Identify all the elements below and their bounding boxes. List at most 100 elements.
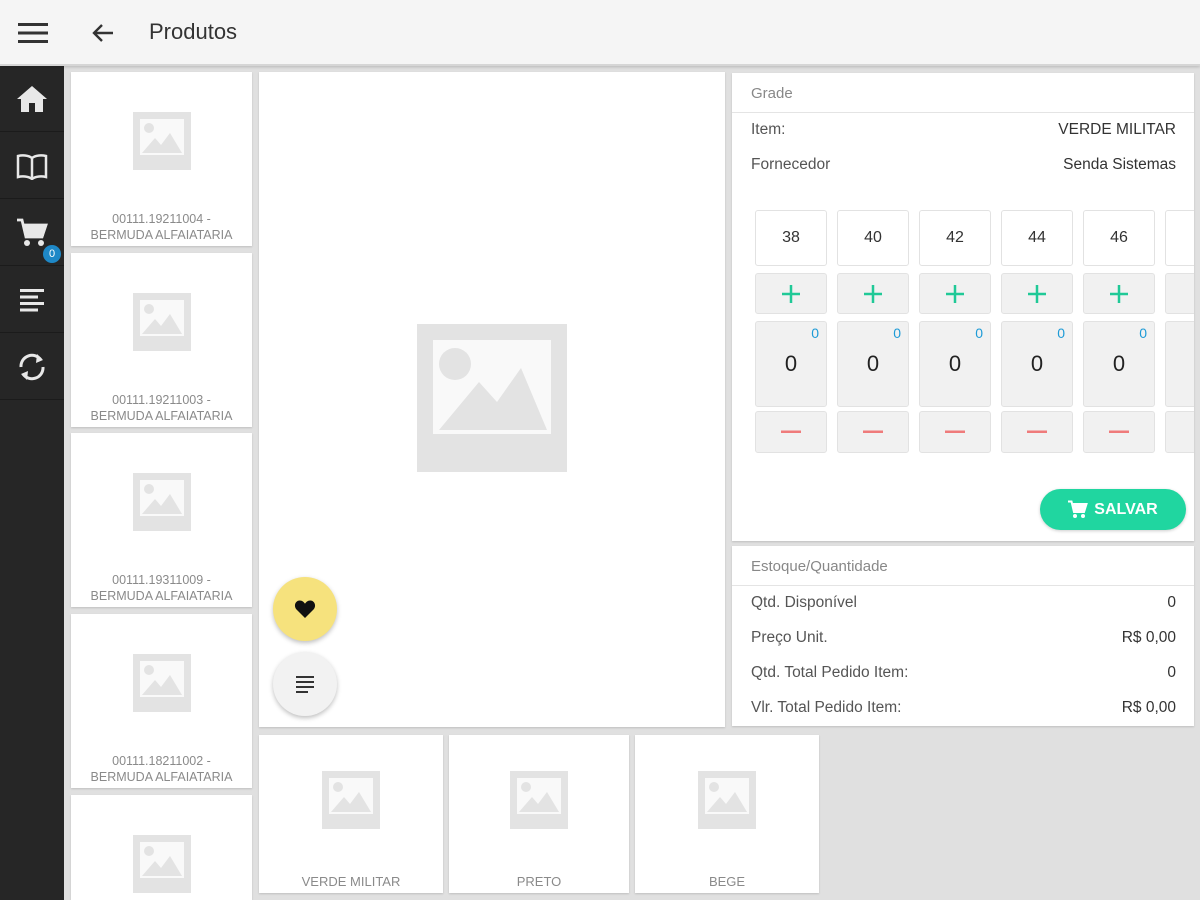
minus-icon (945, 430, 965, 433)
product-label: 00111.19311009 - BERMUDA ALFAIATARIA (90, 573, 233, 603)
quantity-cell[interactable]: 0 0 (837, 321, 909, 407)
image-placeholder-icon (510, 771, 568, 829)
stock-count: 0 (1139, 325, 1147, 341)
stock-row-value: 0 (1167, 594, 1176, 611)
plus-icon (782, 284, 800, 303)
arrow-back-icon (92, 24, 113, 42)
save-button[interactable]: SALVAR (1040, 489, 1186, 530)
stock-row-label: Preço Unit. (751, 629, 828, 646)
product-card[interactable]: 00111.19211004 - BERMUDA ALFAIATARIA (71, 72, 252, 246)
image-placeholder-icon (132, 112, 191, 170)
image-placeholder-icon (132, 473, 191, 531)
menu-icon (18, 23, 48, 43)
stock-count: 0 (811, 325, 819, 341)
image-placeholder-icon (132, 835, 191, 893)
stock-row: Vlr. Total Pedido Item: R$ 0,00 (751, 699, 1176, 717)
supplier-row: Fornecedor Senda Sistemas (751, 156, 1176, 174)
size-label: 46 (1083, 210, 1155, 266)
stock-row-value: R$ 0,00 (1121, 629, 1176, 646)
color-variant-card[interactable]: VERDE MILITAR (259, 735, 443, 893)
decrement-button[interactable] (1001, 411, 1073, 453)
decrement-button[interactable] (837, 411, 909, 453)
size-label: 44 (1001, 210, 1073, 266)
increment-button[interactable] (919, 273, 991, 314)
increment-button[interactable] (1165, 273, 1194, 314)
rail-item-home[interactable] (0, 66, 64, 132)
panel-title: Grade (732, 73, 1194, 113)
rail-item-catalog[interactable] (0, 133, 64, 199)
color-variant-card[interactable]: BEGE (635, 735, 819, 893)
product-card[interactable]: 00111.18211002 - BERMUDA ALFAIATARIA (71, 614, 252, 788)
color-variant-label: BEGE (708, 874, 746, 889)
color-variant-card[interactable]: PRETO (449, 735, 629, 893)
quantity-value: 0 (866, 351, 880, 376)
product-label: 00111.18211002 - BERMUDA ALFAIATARIA (90, 754, 233, 784)
stock-panel: Estoque/Quantidade Qtd. Disponível 0 Pre… (732, 546, 1194, 726)
image-placeholder-icon (698, 771, 756, 829)
decrement-button[interactable] (1165, 411, 1194, 453)
decrement-button[interactable] (919, 411, 991, 453)
quantity-value: 0 (948, 351, 962, 376)
image-placeholder-icon (132, 293, 191, 351)
stock-row-label: Qtd. Disponível (751, 594, 857, 611)
quantity-cell[interactable]: 0 0 (919, 321, 991, 407)
increment-button[interactable] (1001, 273, 1073, 314)
stock-row-label: Vlr. Total Pedido Item: (751, 699, 902, 716)
stock-count: 0 (975, 325, 983, 341)
minus-icon (1109, 430, 1129, 433)
menu-button[interactable] (14, 18, 52, 48)
panel-title: Estoque/Quantidade (732, 546, 1194, 586)
increment-button[interactable] (837, 273, 909, 314)
cart-icon (17, 218, 48, 246)
image-placeholder-icon (322, 771, 380, 829)
favorite-button[interactable] (273, 577, 337, 641)
minus-icon (781, 430, 801, 433)
size-label: 38 (755, 210, 827, 266)
size-label (1165, 210, 1194, 266)
description-button[interactable] (273, 652, 337, 716)
product-card[interactable] (71, 795, 252, 900)
rail-item-cart[interactable]: 0 (0, 200, 64, 266)
side-rail: 0 (0, 66, 64, 900)
plus-icon (1028, 284, 1046, 303)
color-variant-label: VERDE MILITAR (301, 874, 401, 889)
cart-count-badge: 0 (43, 245, 61, 263)
increment-button[interactable] (755, 273, 827, 314)
quantity-cell[interactable]: 0 0 (755, 321, 827, 407)
product-image-viewer (259, 72, 725, 727)
stock-row-value: 0 (1167, 664, 1176, 681)
rail-item-sync[interactable] (0, 334, 64, 400)
rail-item-orders[interactable] (0, 267, 64, 333)
decrement-button[interactable] (755, 411, 827, 453)
quantity-value: 0 (1030, 351, 1044, 376)
item-label: Item: (751, 121, 786, 138)
cart-icon (1068, 500, 1089, 518)
plus-icon (1110, 284, 1128, 303)
back-button[interactable] (86, 18, 120, 48)
quantity-cell[interactable]: 0 0 (1001, 321, 1073, 407)
quantity-cell[interactable] (1165, 321, 1194, 407)
page-title: Produtos (149, 19, 238, 44)
sync-icon (19, 353, 45, 380)
quantity-value: 0 (784, 351, 798, 376)
heart-icon (294, 600, 316, 618)
image-placeholder-icon (132, 654, 191, 712)
product-label: 00111.19211004 - BERMUDA ALFAIATARIA (90, 212, 233, 242)
item-value: VERDE MILITAR (1058, 121, 1176, 138)
stock-count: 0 (1057, 325, 1065, 341)
decrement-button[interactable] (1083, 411, 1155, 453)
stock-row: Preço Unit. R$ 0,00 (751, 629, 1176, 647)
home-icon (17, 85, 47, 112)
increment-button[interactable] (1083, 273, 1155, 314)
item-row: Item: VERDE MILITAR (751, 121, 1176, 139)
plus-icon (864, 284, 882, 303)
book-icon (16, 153, 48, 180)
product-card[interactable]: 00111.19311009 - BERMUDA ALFAIATARIA (71, 433, 252, 607)
product-card[interactable]: 00111.19211003 - BERMUDA ALFAIATARIA (71, 253, 252, 427)
quantity-value: 0 (1112, 351, 1126, 376)
product-label: 00111.19211003 - BERMUDA ALFAIATARIA (90, 393, 233, 423)
quantity-cell[interactable]: 0 0 (1083, 321, 1155, 407)
size-label: 42 (919, 210, 991, 266)
stock-row: Qtd. Disponível 0 (751, 594, 1176, 612)
supplier-label: Fornecedor (751, 156, 831, 173)
